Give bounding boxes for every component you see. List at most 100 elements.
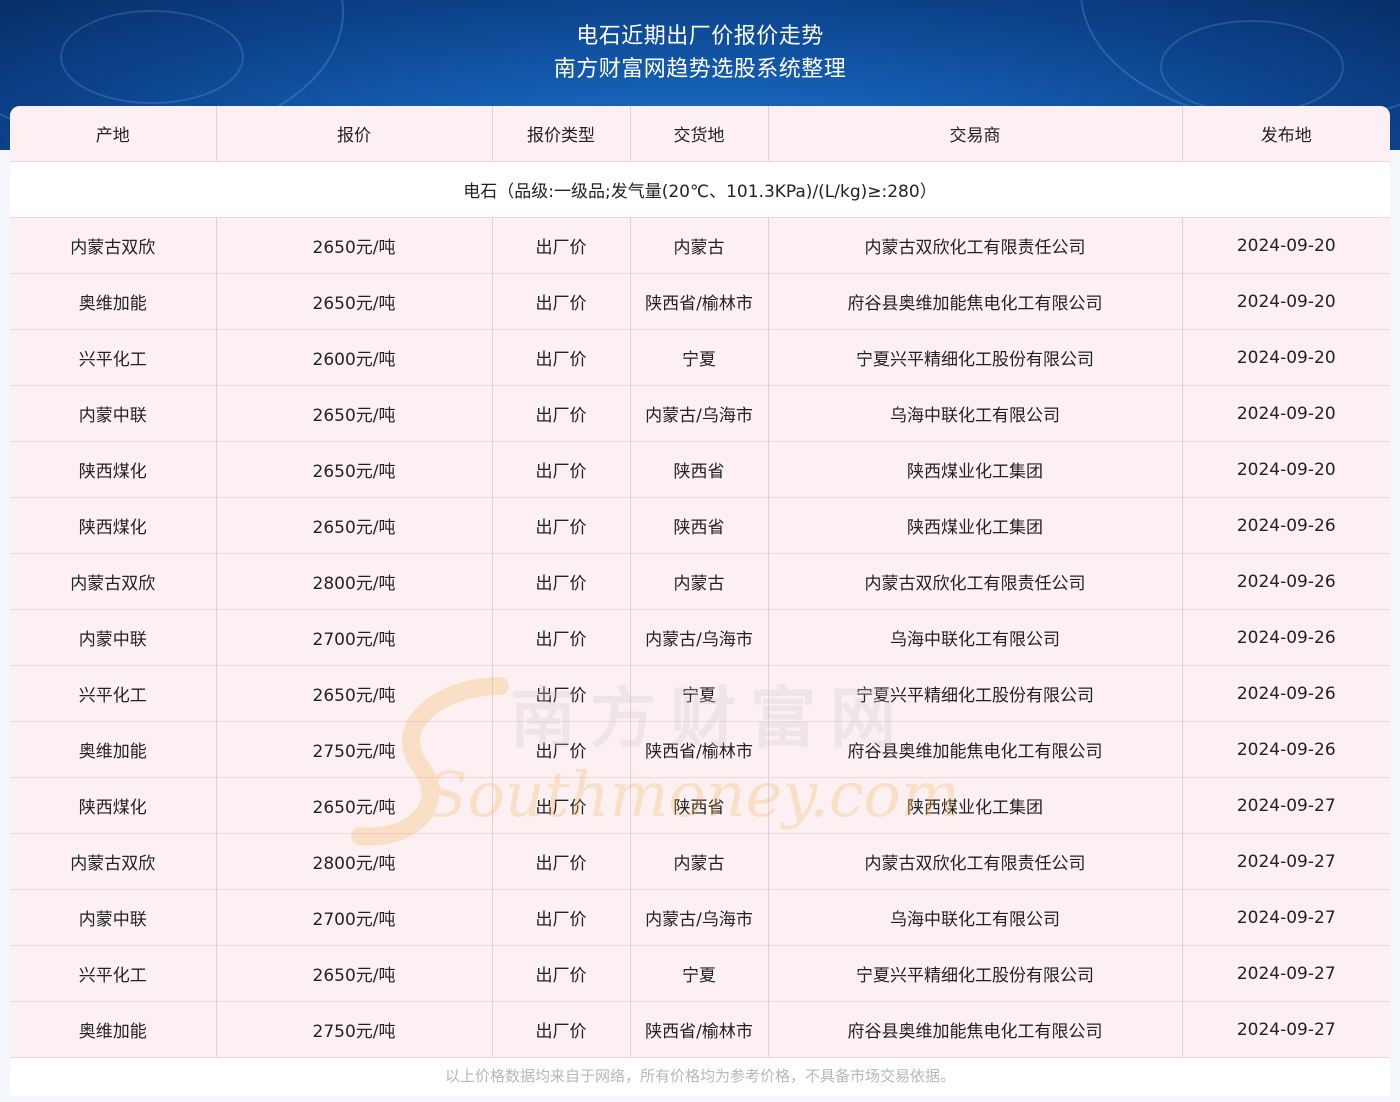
origin-cell: 陕西煤化 [10, 441, 217, 498]
origin-cell: 兴平化工 [10, 665, 217, 722]
delivery-cell: 内蒙古/乌海市 [630, 609, 769, 666]
date-cell: 2024-09-27 [1182, 777, 1390, 834]
price-cell: 2800元/吨 [216, 553, 493, 610]
table-row: 陕西煤化 2650元/吨 出厂价 陕西省 陕西煤业化工集团 2024-09-26 [10, 497, 1390, 554]
table-row: 兴平化工 2600元/吨 出厂价 宁夏 宁夏兴平精细化工股份有限公司 2024-09-20 [10, 329, 1390, 386]
table-row: 内蒙古双欣 2800元/吨 出厂价 内蒙古 内蒙古双欣化工有限责任公司 2024-09-2… [10, 553, 1390, 610]
price-cell: 2650元/吨 [216, 217, 493, 274]
table-row: 内蒙中联 2650元/吨 出厂价 内蒙古/乌海市 乌海中联化工有限公司 2024-09-2… [10, 385, 1390, 442]
date-cell: 2024-09-26 [1182, 609, 1390, 666]
delivery-cell: 陕西省 [630, 497, 769, 554]
table-row: 兴平化工 2650元/吨 出厂价 宁夏 宁夏兴平精细化工股份有限公司 2024-09-26 [10, 665, 1390, 722]
trader-cell: 乌海中联化工有限公司 [768, 609, 1183, 666]
delivery-cell: 陕西省 [630, 441, 769, 498]
origin-cell: 陕西煤化 [10, 777, 217, 834]
title-line-1: 电石近期出厂价报价走势 [576, 24, 824, 49]
delivery-cell: 陕西省/榆林市 [630, 721, 769, 778]
date-cell: 2024-09-27 [1182, 833, 1390, 890]
trader-cell: 内蒙古双欣化工有限责任公司 [768, 217, 1183, 274]
date-cell: 2024-09-26 [1182, 497, 1390, 554]
trader-cell: 府谷县奥维加能焦电化工有限公司 [768, 273, 1183, 330]
trader-cell: 宁夏兴平精细化工股份有限公司 [768, 665, 1183, 722]
price-cell: 2650元/吨 [216, 945, 493, 1002]
trader-cell: 宁夏兴平精细化工股份有限公司 [768, 945, 1183, 1002]
delivery-cell: 陕西省 [630, 777, 769, 834]
table-row: 陕西煤化 2650元/吨 出厂价 陕西省 陕西煤业化工集团 2024-09-20 [10, 441, 1390, 498]
price-type-cell: 出厂价 [492, 441, 631, 498]
date-cell: 2024-09-20 [1182, 329, 1390, 386]
origin-cell: 内蒙中联 [10, 609, 217, 666]
origin-cell: 兴平化工 [10, 945, 217, 1002]
delivery-cell: 内蒙古 [630, 553, 769, 610]
table-row: 奥维加能 2650元/吨 出厂价 陕西省/榆林市 府谷县奥维加能焦电化工有限公司 2024… [10, 273, 1390, 330]
table-row: 奥维加能 2750元/吨 出厂价 陕西省/榆林市 府谷县奥维加能焦电化工有限公司 2024… [10, 721, 1390, 778]
price-type-cell: 出厂价 [492, 833, 631, 890]
trader-cell: 内蒙古双欣化工有限责任公司 [768, 553, 1183, 610]
origin-cell: 内蒙中联 [10, 889, 217, 946]
disclaimer-note: 以上价格数据均来自于网络，所有价格均为参考价格，不具备市场交易依据。 [10, 1058, 1390, 1094]
table-row: 奥维加能 2750元/吨 出厂价 陕西省/榆林市 府谷县奥维加能焦电化工有限公司 2024… [10, 1001, 1390, 1058]
table-row: 内蒙中联 2700元/吨 出厂价 内蒙古/乌海市 乌海中联化工有限公司 2024-09-2… [10, 609, 1390, 666]
price-type-cell: 出厂价 [492, 1001, 631, 1058]
price-type-cell: 出厂价 [492, 889, 631, 946]
price-table: 产地 报价 报价类型 交货地 交易商 发布地 电石（品级:一级品;发气量(20℃… [10, 106, 1390, 1058]
price-type-cell: 出厂价 [492, 329, 631, 386]
table-row: 内蒙古双欣 2650元/吨 出厂价 内蒙古 内蒙古双欣化工有限责任公司 2024-09-2… [10, 217, 1390, 274]
table-row: 内蒙古双欣 2800元/吨 出厂价 内蒙古 内蒙古双欣化工有限责任公司 2024-09-2… [10, 833, 1390, 890]
price-type-cell: 出厂价 [492, 609, 631, 666]
origin-cell: 内蒙古双欣 [10, 553, 217, 610]
table-row: 兴平化工 2650元/吨 出厂价 宁夏 宁夏兴平精细化工股份有限公司 2024-09-27 [10, 945, 1390, 1002]
table-row: 内蒙中联 2700元/吨 出厂价 内蒙古/乌海市 乌海中联化工有限公司 2024-09-2… [10, 889, 1390, 946]
column-header-date: 发布地 [1182, 106, 1390, 162]
price-type-cell: 出厂价 [492, 945, 631, 1002]
price-cell: 2600元/吨 [216, 329, 493, 386]
price-cell: 2650元/吨 [216, 497, 493, 554]
price-type-cell: 出厂价 [492, 665, 631, 722]
price-cell: 2650元/吨 [216, 273, 493, 330]
trader-cell: 乌海中联化工有限公司 [768, 385, 1183, 442]
price-cell: 2650元/吨 [216, 665, 493, 722]
price-cell: 2750元/吨 [216, 1001, 493, 1058]
delivery-cell: 内蒙古/乌海市 [630, 889, 769, 946]
date-cell: 2024-09-20 [1182, 385, 1390, 442]
delivery-cell: 内蒙古/乌海市 [630, 385, 769, 442]
trader-cell: 陕西煤业化工集团 [768, 497, 1183, 554]
date-cell: 2024-09-26 [1182, 665, 1390, 722]
page-title: 电石近期出厂价报价走势 南方财富网趋势选股系统整理 [0, 20, 1400, 86]
delivery-cell: 宁夏 [630, 665, 769, 722]
date-cell: 2024-09-27 [1182, 945, 1390, 1002]
origin-cell: 陕西煤化 [10, 497, 217, 554]
price-cell: 2650元/吨 [216, 777, 493, 834]
price-cell: 2700元/吨 [216, 889, 493, 946]
column-header-price-type: 报价类型 [492, 106, 631, 162]
trader-cell: 内蒙古双欣化工有限责任公司 [768, 833, 1183, 890]
delivery-cell: 陕西省/榆林市 [630, 273, 769, 330]
price-type-cell: 出厂价 [492, 385, 631, 442]
date-cell: 2024-09-27 [1182, 889, 1390, 946]
delivery-cell: 内蒙古 [630, 833, 769, 890]
price-cell: 2650元/吨 [216, 385, 493, 442]
origin-cell: 兴平化工 [10, 329, 217, 386]
date-cell: 2024-09-27 [1182, 1001, 1390, 1058]
category-label: 电石（品级:一级品;发气量(20℃、101.3KPa)/(L/kg)≥:280） [10, 161, 1390, 218]
delivery-cell: 宁夏 [630, 329, 769, 386]
trader-cell: 陕西煤业化工集团 [768, 777, 1183, 834]
date-cell: 2024-09-26 [1182, 721, 1390, 778]
origin-cell: 内蒙古双欣 [10, 833, 217, 890]
price-type-cell: 出厂价 [492, 273, 631, 330]
price-type-cell: 出厂价 [492, 553, 631, 610]
price-cell: 2800元/吨 [216, 833, 493, 890]
delivery-cell: 陕西省/榆林市 [630, 1001, 769, 1058]
column-header-delivery: 交货地 [630, 106, 769, 162]
price-type-cell: 出厂价 [492, 217, 631, 274]
delivery-cell: 内蒙古 [630, 217, 769, 274]
trader-cell: 乌海中联化工有限公司 [768, 889, 1183, 946]
price-type-cell: 出厂价 [492, 497, 631, 554]
title-line-2: 南方财富网趋势选股系统整理 [553, 57, 847, 82]
origin-cell: 内蒙中联 [10, 385, 217, 442]
price-cell: 2700元/吨 [216, 609, 493, 666]
date-cell: 2024-09-20 [1182, 441, 1390, 498]
origin-cell: 奥维加能 [10, 273, 217, 330]
origin-cell: 内蒙古双欣 [10, 217, 217, 274]
origin-cell: 奥维加能 [10, 1001, 217, 1058]
